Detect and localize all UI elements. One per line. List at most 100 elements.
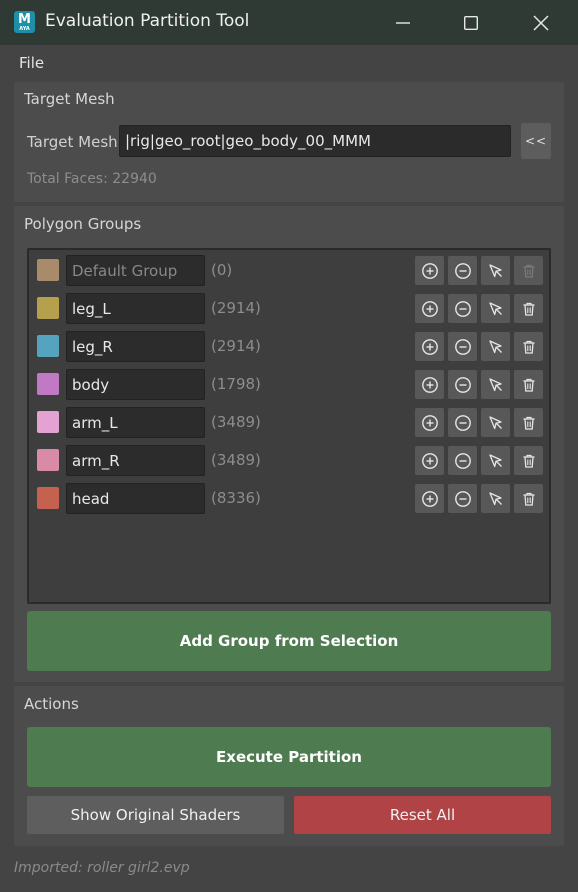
minimize-icon <box>396 21 410 24</box>
group-face-count: (0) <box>211 261 233 279</box>
cursor-arrow-icon <box>488 415 504 431</box>
maximize-icon <box>464 15 478 30</box>
cursor-arrow-icon <box>488 377 504 393</box>
reset-all-button[interactable]: Reset All <box>294 796 551 834</box>
remove-faces-button[interactable] <box>448 484 477 513</box>
group-row: body (1798) <box>29 367 549 400</box>
group-name-field[interactable]: arm_L <box>66 407 205 438</box>
app-icon: M AYA <box>14 11 35 33</box>
window-title: Evaluation Partition Tool <box>45 11 250 31</box>
select-faces-button[interactable] <box>481 256 510 285</box>
trash-icon <box>521 491 537 507</box>
cursor-arrow-icon <box>488 263 504 279</box>
delete-group-button[interactable] <box>514 370 543 399</box>
add-faces-button[interactable] <box>415 484 444 513</box>
pick-mesh-button[interactable]: << <box>521 123 551 159</box>
group-name-field[interactable]: arm_R <box>66 445 205 476</box>
trash-icon <box>521 377 537 393</box>
app-icon-letter: M <box>18 12 31 27</box>
total-faces-label: Total Faces: 22940 <box>27 171 157 187</box>
delete-group-button[interactable] <box>514 294 543 323</box>
group-face-count: (3489) <box>211 413 261 431</box>
trash-icon <box>521 301 537 317</box>
add-group-from-selection-button[interactable]: Add Group from Selection <box>27 611 551 671</box>
trash-icon <box>521 415 537 431</box>
select-faces-button[interactable] <box>481 446 510 475</box>
group-color-swatch[interactable] <box>37 411 59 433</box>
cursor-arrow-icon <box>488 491 504 507</box>
select-faces-button[interactable] <box>481 294 510 323</box>
remove-faces-button[interactable] <box>448 408 477 437</box>
execute-partition-button[interactable]: Execute Partition <box>27 727 551 787</box>
plus-circle-icon <box>421 414 439 432</box>
remove-faces-button[interactable] <box>448 332 477 361</box>
plus-circle-icon <box>421 452 439 470</box>
group-name-field[interactable]: Default Group <box>66 255 205 286</box>
remove-faces-button[interactable] <box>448 256 477 285</box>
group-color-swatch[interactable] <box>37 335 59 357</box>
actions-section-title: Actions <box>24 695 79 713</box>
select-faces-button[interactable] <box>481 370 510 399</box>
add-faces-button[interactable] <box>415 446 444 475</box>
group-row: leg_R (2914) <box>29 329 549 362</box>
group-row: arm_R (3489) <box>29 443 549 476</box>
remove-faces-button[interactable] <box>448 446 477 475</box>
group-row: arm_L (3489) <box>29 405 549 438</box>
group-name-field[interactable]: head <box>66 483 205 514</box>
select-faces-button[interactable] <box>481 484 510 513</box>
minus-circle-icon <box>454 376 472 394</box>
add-faces-button[interactable] <box>415 370 444 399</box>
delete-group-button <box>514 256 543 285</box>
group-face-count: (1798) <box>211 375 261 393</box>
plus-circle-icon <box>421 376 439 394</box>
group-name-field[interactable]: leg_L <box>66 293 205 324</box>
group-row: Default Group (0) <box>29 253 549 286</box>
app-icon-subtext: AYA <box>19 26 30 32</box>
cursor-arrow-icon <box>488 453 504 469</box>
show-original-shaders-button[interactable]: Show Original Shaders <box>27 796 284 834</box>
menu-file[interactable]: File <box>19 54 44 72</box>
minus-circle-icon <box>454 300 472 318</box>
remove-faces-button[interactable] <box>448 294 477 323</box>
group-face-count: (8336) <box>211 489 261 507</box>
add-faces-button[interactable] <box>415 294 444 323</box>
polygon-groups-section-title: Polygon Groups <box>24 215 142 233</box>
group-color-swatch[interactable] <box>37 487 59 509</box>
group-face-count: (3489) <box>211 451 261 469</box>
trash-icon <box>521 339 537 355</box>
group-color-swatch[interactable] <box>37 449 59 471</box>
group-color-swatch[interactable] <box>37 297 59 319</box>
select-faces-button[interactable] <box>481 332 510 361</box>
target-mesh-field[interactable]: |rig|geo_root|geo_body_00_MMM <box>119 125 511 157</box>
group-name-field[interactable]: body <box>66 369 205 400</box>
group-color-swatch[interactable] <box>37 259 59 281</box>
group-color-swatch[interactable] <box>37 373 59 395</box>
group-face-count: (2914) <box>211 337 261 355</box>
plus-circle-icon <box>421 262 439 280</box>
minus-circle-icon <box>454 414 472 432</box>
minus-circle-icon <box>454 490 472 508</box>
delete-group-button[interactable] <box>514 484 543 513</box>
group-row: leg_L (2914) <box>29 291 549 324</box>
close-button[interactable] <box>506 0 576 45</box>
select-faces-button[interactable] <box>481 408 510 437</box>
group-name-field[interactable]: leg_R <box>66 331 205 362</box>
close-icon <box>533 14 549 31</box>
add-faces-button[interactable] <box>415 256 444 285</box>
add-faces-button[interactable] <box>415 332 444 361</box>
minimize-button[interactable] <box>368 0 438 45</box>
maximize-button[interactable] <box>436 0 506 45</box>
delete-group-button[interactable] <box>514 446 543 475</box>
trash-icon <box>521 263 537 279</box>
cursor-arrow-icon <box>488 301 504 317</box>
trash-icon <box>521 453 537 469</box>
minus-circle-icon <box>454 452 472 470</box>
group-face-count: (2914) <box>211 299 261 317</box>
delete-group-button[interactable] <box>514 332 543 361</box>
title-bar: M AYA Evaluation Partition Tool <box>0 0 578 45</box>
group-row: head (8336) <box>29 481 549 514</box>
add-faces-button[interactable] <box>415 408 444 437</box>
plus-circle-icon <box>421 490 439 508</box>
remove-faces-button[interactable] <box>448 370 477 399</box>
delete-group-button[interactable] <box>514 408 543 437</box>
